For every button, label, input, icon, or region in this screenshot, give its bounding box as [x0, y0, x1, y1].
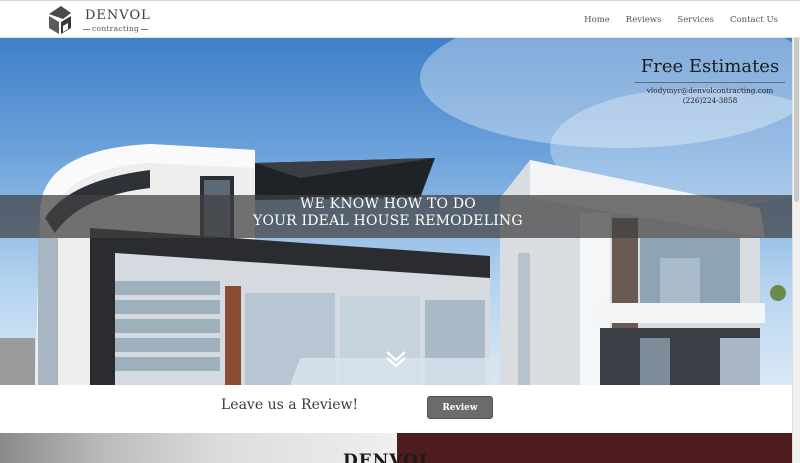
house-logo-icon: [49, 6, 71, 34]
logo[interactable]: DENVOL contracting: [47, 4, 150, 38]
contact-email[interactable]: vlodymyr@denvolcontracting.com: [635, 86, 785, 95]
hero-tagline: WE KNOW HOW TO DO YOUR IDEAL HOUSE REMOD…: [0, 196, 792, 229]
main-nav: Home Reviews Services Contact Us: [568, 15, 778, 25]
maroon-panel: [397, 433, 792, 463]
hero-section: Free Estimates vlodymyr@denvolcontractin…: [0, 38, 792, 385]
nav-home[interactable]: Home: [584, 15, 610, 25]
interior-photo: [0, 433, 397, 463]
logo-subtitle: contracting: [81, 24, 150, 33]
tagline-line-2: YOUR IDEAL HOUSE REMODELING: [253, 213, 523, 229]
free-estimates-title: Free Estimates: [635, 56, 785, 83]
review-strip: Leave us a Review! Review: [0, 385, 792, 433]
site-header: DENVOL contracting Home Reviews Services…: [0, 0, 800, 38]
review-button[interactable]: Review: [427, 396, 493, 419]
logo-name: DENVOL: [85, 8, 151, 23]
next-section: DENVOL: [0, 433, 792, 463]
vertical-scrollbar[interactable]: [792, 0, 800, 463]
nav-services[interactable]: Services: [677, 15, 714, 25]
nav-contact-us[interactable]: Contact Us: [730, 15, 778, 25]
double-chevron-down-icon[interactable]: [385, 348, 407, 370]
section-title: DENVOL: [343, 451, 432, 463]
free-estimates-block: Free Estimates vlodymyr@denvolcontractin…: [635, 56, 785, 105]
tagline-line-1: WE KNOW HOW TO DO: [300, 196, 476, 212]
contact-phone[interactable]: (226)224-3858: [635, 96, 785, 105]
leave-review-text: Leave us a Review!: [221, 397, 359, 413]
nav-reviews[interactable]: Reviews: [626, 15, 662, 25]
